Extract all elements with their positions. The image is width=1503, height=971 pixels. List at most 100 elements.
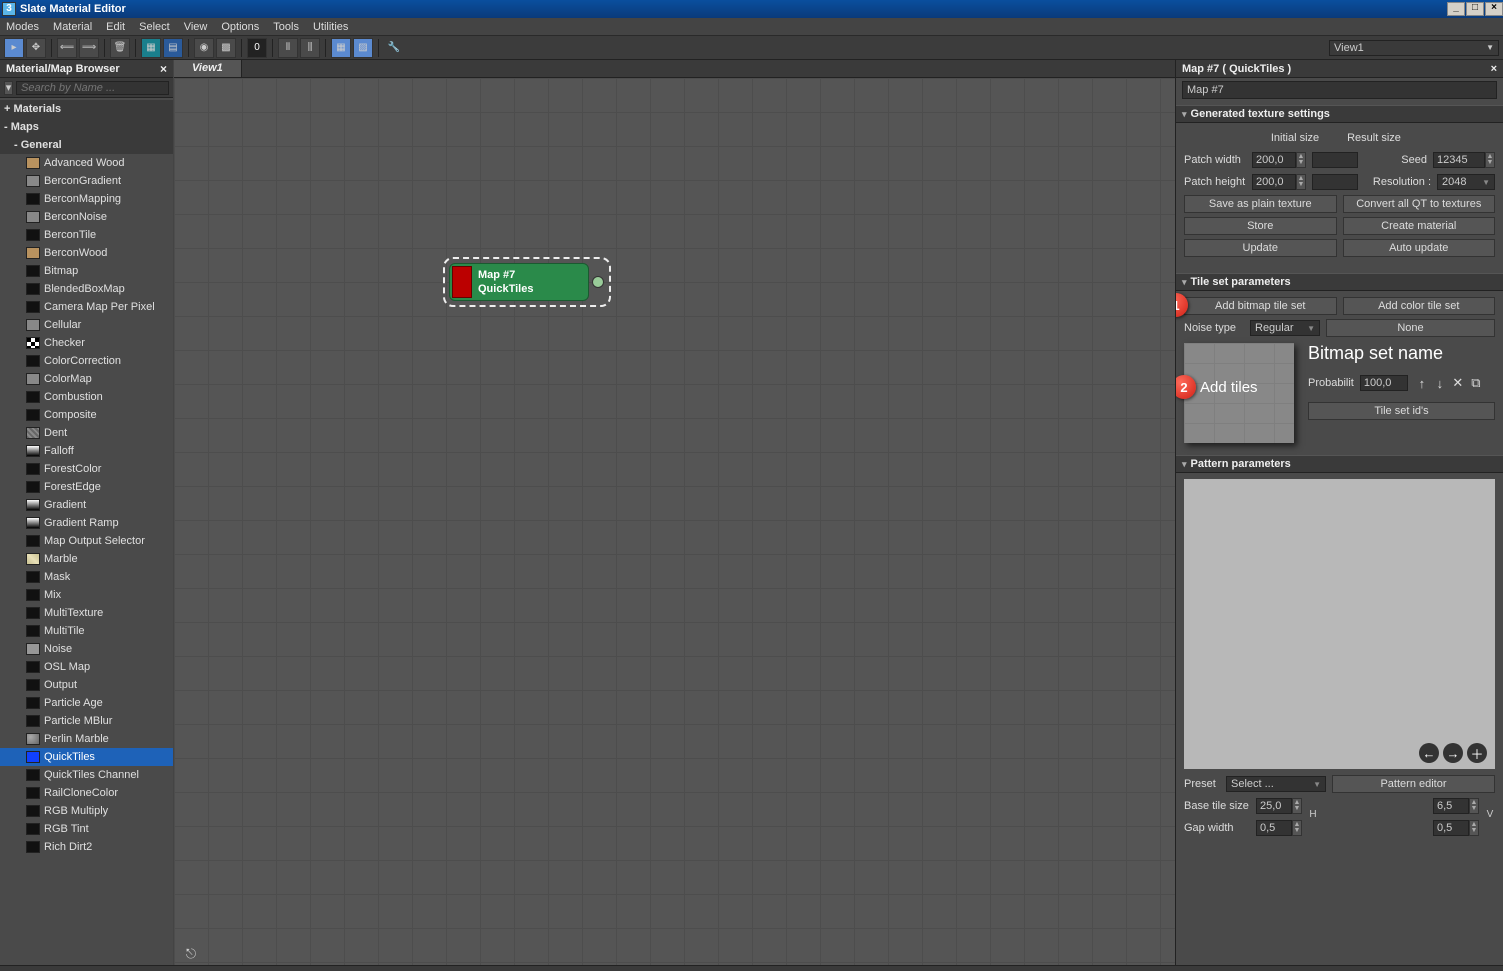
search-input[interactable] [16, 81, 169, 95]
map-item-gradient-ramp[interactable]: Gradient Ramp [0, 514, 173, 532]
move-children-icon[interactable]: ▦ [141, 38, 161, 58]
map-item-mix[interactable]: Mix [0, 586, 173, 604]
map-item-map-output-selector[interactable]: Map Output Selector [0, 532, 173, 550]
menu-edit[interactable]: Edit [106, 21, 125, 33]
pattern-add-icon[interactable]: ＋ [1467, 743, 1487, 763]
map-item-rich-dirt2[interactable]: Rich Dirt2 [0, 838, 173, 856]
convert-all-button[interactable]: Convert all QT to textures [1343, 195, 1496, 213]
map-item-falloff[interactable]: Falloff [0, 442, 173, 460]
rollout-tile-set[interactable]: Tile set parameters [1176, 273, 1503, 291]
menu-tools[interactable]: Tools [273, 21, 299, 33]
node-map7[interactable]: Map #7 QuickTiles [449, 263, 589, 301]
map-item-blendedboxmap[interactable]: BlendedBoxMap [0, 280, 173, 298]
map-item-output[interactable]: Output [0, 676, 173, 694]
map-item-forestedge[interactable]: ForestEdge [0, 478, 173, 496]
navigator-icon[interactable]: ⎋ [182, 945, 200, 963]
materials-group[interactable]: + Materials [0, 100, 173, 118]
map-item-gradient[interactable]: Gradient [0, 496, 173, 514]
map-item-colorcorrection[interactable]: ColorCorrection [0, 352, 173, 370]
node-input-slot[interactable] [452, 266, 472, 298]
patch-height-spinner[interactable]: ▲▼ [1252, 174, 1306, 190]
hide-unused-icon[interactable]: ▤ [163, 38, 183, 58]
back-icon[interactable]: ⟸ [57, 38, 77, 58]
search-options-icon[interactable]: ▾ [4, 81, 13, 95]
show-bg-icon[interactable]: ▩ [216, 38, 236, 58]
layout-all-icon[interactable]: ⫴ [278, 38, 298, 58]
map-item-rgb-multiply[interactable]: RGB Multiply [0, 802, 173, 820]
map-item-marble[interactable]: Marble [0, 550, 173, 568]
panel-close-icon[interactable]: × [1491, 63, 1497, 75]
zero-icon[interactable]: 0 [247, 38, 267, 58]
pattern-next-icon[interactable]: → [1443, 743, 1463, 763]
forward-icon[interactable]: ⟹ [79, 38, 99, 58]
map-item-noise[interactable]: Noise [0, 640, 173, 658]
node-output-socket[interactable] [592, 276, 604, 288]
preview-icon[interactable]: 🔧 [384, 38, 404, 58]
maximize-button[interactable]: □ [1466, 2, 1484, 16]
patch-width-spinner[interactable]: ▲▼ [1252, 152, 1306, 168]
map-item-multitile[interactable]: MultiTile [0, 622, 173, 640]
grid-snap-icon[interactable]: ▦ [331, 38, 351, 58]
map-item-bercongradient[interactable]: BerconGradient [0, 172, 173, 190]
rollout-pattern[interactable]: Pattern parameters [1176, 455, 1503, 473]
map-item-multitexture[interactable]: MultiTexture [0, 604, 173, 622]
maps-group[interactable]: - Maps [0, 118, 173, 136]
pattern-editor-button[interactable]: Pattern editor [1332, 775, 1495, 793]
map-item-bercontile[interactable]: BerconTile [0, 226, 173, 244]
map-name-field[interactable]: Map #7 [1182, 81, 1497, 99]
base-tile-w-spinner[interactable]: ▲▼ [1256, 798, 1302, 814]
preset-dropdown[interactable]: Select ...▼ [1226, 776, 1326, 792]
probability-spinner[interactable] [1360, 375, 1408, 391]
map-item-particle-mblur[interactable]: Particle MBlur [0, 712, 173, 730]
auto-update-icon[interactable]: ▨ [353, 38, 373, 58]
view-select[interactable]: View1 ▼ [1329, 40, 1499, 56]
map-item-dent[interactable]: Dent [0, 424, 173, 442]
layout-children-icon[interactable]: ⫼ [300, 38, 320, 58]
tile-set-ids-button[interactable]: Tile set id's [1308, 402, 1495, 420]
general-group[interactable]: - General [0, 136, 173, 154]
map-item-checker[interactable]: Checker [0, 334, 173, 352]
map-item-combustion[interactable]: Combustion [0, 388, 173, 406]
menu-modes[interactable]: Modes [6, 21, 39, 33]
node-viewport[interactable]: View1 Map #7 QuickTiles ⎋ [174, 60, 1175, 971]
store-button[interactable]: Store [1184, 217, 1337, 235]
map-item-osl-map[interactable]: OSL Map [0, 658, 173, 676]
close-button[interactable]: × [1485, 2, 1503, 16]
map-item-railclonecolor[interactable]: RailCloneColor [0, 784, 173, 802]
move-up-icon[interactable]: ↑ [1414, 375, 1430, 391]
map-item-berconnoise[interactable]: BerconNoise [0, 208, 173, 226]
none-button[interactable]: None [1326, 319, 1495, 337]
pick-tool-icon[interactable]: ✥ [26, 38, 46, 58]
map-item-camera-map-per-pixel[interactable]: Camera Map Per Pixel [0, 298, 173, 316]
viewport-tab[interactable]: View1 [174, 60, 242, 77]
pointer-tool-icon[interactable]: ▸ [4, 38, 24, 58]
menu-material[interactable]: Material [53, 21, 92, 33]
create-material-button[interactable]: Create material [1343, 217, 1496, 235]
pattern-prev-icon[interactable]: ← [1419, 743, 1439, 763]
browser-tree[interactable]: + Materials - Maps - General Advanced Wo… [0, 98, 173, 971]
map-item-berconwood[interactable]: BerconWood [0, 244, 173, 262]
menu-options[interactable]: Options [221, 21, 259, 33]
add-color-set-button[interactable]: Add color tile set [1343, 297, 1496, 315]
save-plain-button[interactable]: Save as plain texture [1184, 195, 1337, 213]
map-item-cellular[interactable]: Cellular [0, 316, 173, 334]
map-item-advanced-wood[interactable]: Advanced Wood [0, 154, 173, 172]
show-map-icon[interactable]: ◉ [194, 38, 214, 58]
resolution-dropdown[interactable]: 2048▼ [1437, 174, 1495, 190]
map-item-rgb-tint[interactable]: RGB Tint [0, 820, 173, 838]
menu-utilities[interactable]: Utilities [313, 21, 348, 33]
menu-select[interactable]: Select [139, 21, 170, 33]
noise-type-dropdown[interactable]: Regular▼ [1250, 320, 1320, 336]
map-item-quicktiles[interactable]: QuickTiles [0, 748, 173, 766]
delete-set-icon[interactable]: ✕ [1450, 375, 1466, 391]
add-bitmap-set-button[interactable]: Add bitmap tile set [1184, 297, 1337, 315]
map-item-mask[interactable]: Mask [0, 568, 173, 586]
menu-view[interactable]: View [184, 21, 208, 33]
gap-h-spinner[interactable]: ▲▼ [1433, 820, 1479, 836]
map-item-particle-age[interactable]: Particle Age [0, 694, 173, 712]
map-item-composite[interactable]: Composite [0, 406, 173, 424]
add-tiles-label[interactable]: Add tiles [1200, 379, 1258, 396]
copy-set-icon[interactable]: ⧉ [1468, 375, 1484, 391]
map-item-forestcolor[interactable]: ForestColor [0, 460, 173, 478]
move-down-icon[interactable]: ↓ [1432, 375, 1448, 391]
